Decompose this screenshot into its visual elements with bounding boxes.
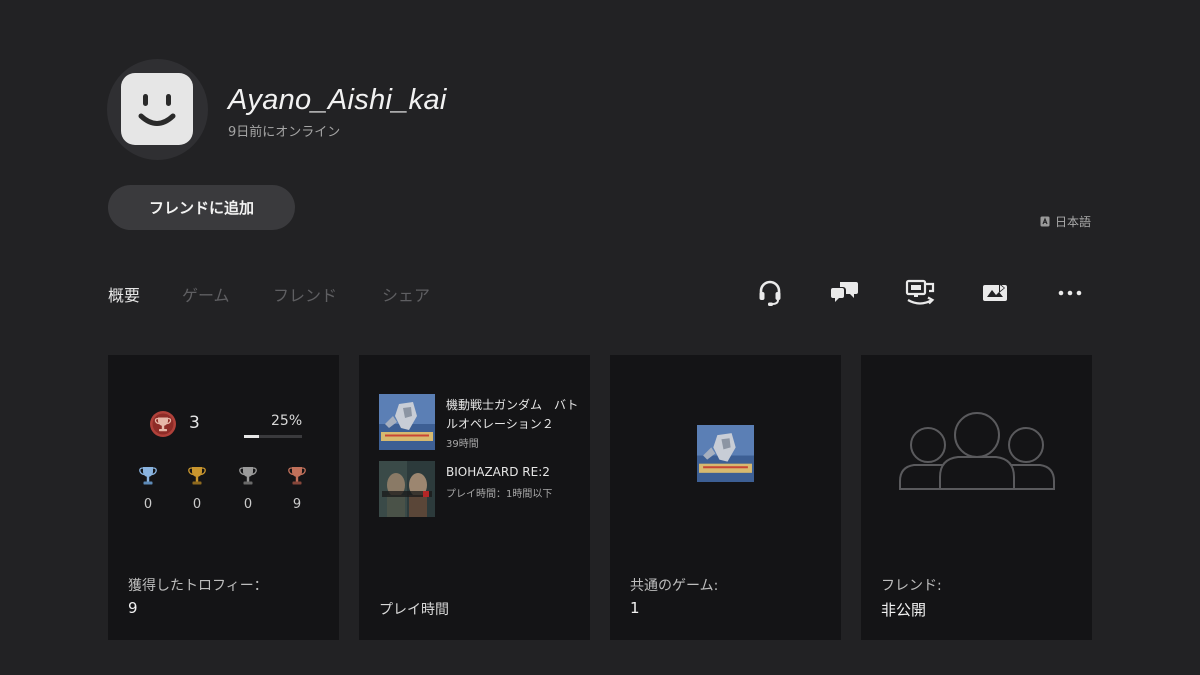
trophies-label: 獲得したトロフィー： (128, 578, 268, 594)
level-progress-percent: 25% (271, 413, 303, 429)
username: Ayano_Aishi_kai (228, 84, 447, 116)
shared-games-label: 共通のゲーム: (630, 578, 719, 594)
headset-icon (759, 280, 781, 306)
game-cover-gundam (379, 394, 435, 450)
avatar-smiley-icon (121, 73, 193, 145)
game-cover-biohazard (379, 461, 435, 517)
online-status: 9日前にオンライン (228, 125, 341, 140)
trophy-level: 3 (189, 413, 200, 433)
more-icon (1058, 290, 1082, 296)
remote-play-icon (905, 279, 935, 305)
translate-icon (1040, 216, 1050, 227)
friends-group-icon (899, 412, 1055, 490)
voice-chat-button[interactable] (753, 278, 787, 308)
trophies-card[interactable]: 3 25% 0 0 0 9 獲得したトロフィー： 9 (108, 355, 339, 640)
friends-label: フレンド: (881, 578, 942, 594)
remote-play-button[interactable] (903, 278, 937, 308)
friends-value: 非公開 (881, 601, 927, 619)
shared-games-value: 1 (630, 599, 640, 617)
game-playtime-biohazard: プレイ時間：1時間以下 (446, 489, 553, 500)
add-friend-button[interactable]: フレンドに追加 (108, 185, 295, 230)
game-playtime-gundam: 39時間 (446, 439, 479, 450)
chat-icon (831, 282, 858, 302)
shared-games-card[interactable]: 共通のゲーム: 1 (610, 355, 841, 640)
trophy-level-icon (150, 411, 176, 437)
playtime-label: プレイ時間 (379, 602, 449, 618)
level-progress-fill (244, 435, 259, 438)
platinum-trophy-icon (139, 467, 157, 485)
trophies-value: 9 (128, 599, 138, 617)
bronze-count: 9 (292, 497, 302, 512)
game-title-biohazard: BIOHAZARD RE:2 (446, 465, 550, 479)
bronze-trophy-count: 9 (285, 465, 309, 512)
platinum-count: 0 (143, 497, 153, 512)
platinum-trophy-count: 0 (136, 465, 160, 512)
tab-games[interactable]: ゲーム (182, 282, 230, 306)
shared-game-cover-gundam (697, 425, 754, 482)
message-button[interactable] (828, 278, 862, 308)
avatar[interactable] (107, 59, 208, 160)
share-screen-icon (983, 283, 1007, 301)
bronze-trophy-icon (288, 467, 306, 485)
gold-count: 0 (192, 497, 202, 512)
tab-friends[interactable]: フレンド (273, 282, 337, 306)
gold-trophy-count: 0 (185, 465, 209, 512)
friends-card[interactable]: フレンド: 非公開 (861, 355, 1092, 640)
more-options-button[interactable] (1053, 278, 1087, 308)
tab-share[interactable]: シェア (382, 282, 430, 306)
silver-trophy-icon (239, 467, 257, 485)
share-screen-button[interactable] (978, 278, 1012, 308)
language-label: 日本語 (1055, 215, 1092, 229)
tab-overview[interactable]: 概要 (108, 282, 140, 306)
language-indicator: 日本語 (1040, 213, 1091, 230)
silver-count: 0 (243, 497, 253, 512)
silver-trophy-count: 0 (236, 465, 260, 512)
game-title-gundam: 機動戦士ガンダム バトルオペレーション２ (446, 398, 579, 431)
level-progress-bar (244, 435, 302, 438)
playtime-card[interactable]: 機動戦士ガンダム バトルオペレーション２ 39時間 BIOHAZARD RE:2… (359, 355, 590, 640)
gold-trophy-icon (188, 467, 206, 485)
